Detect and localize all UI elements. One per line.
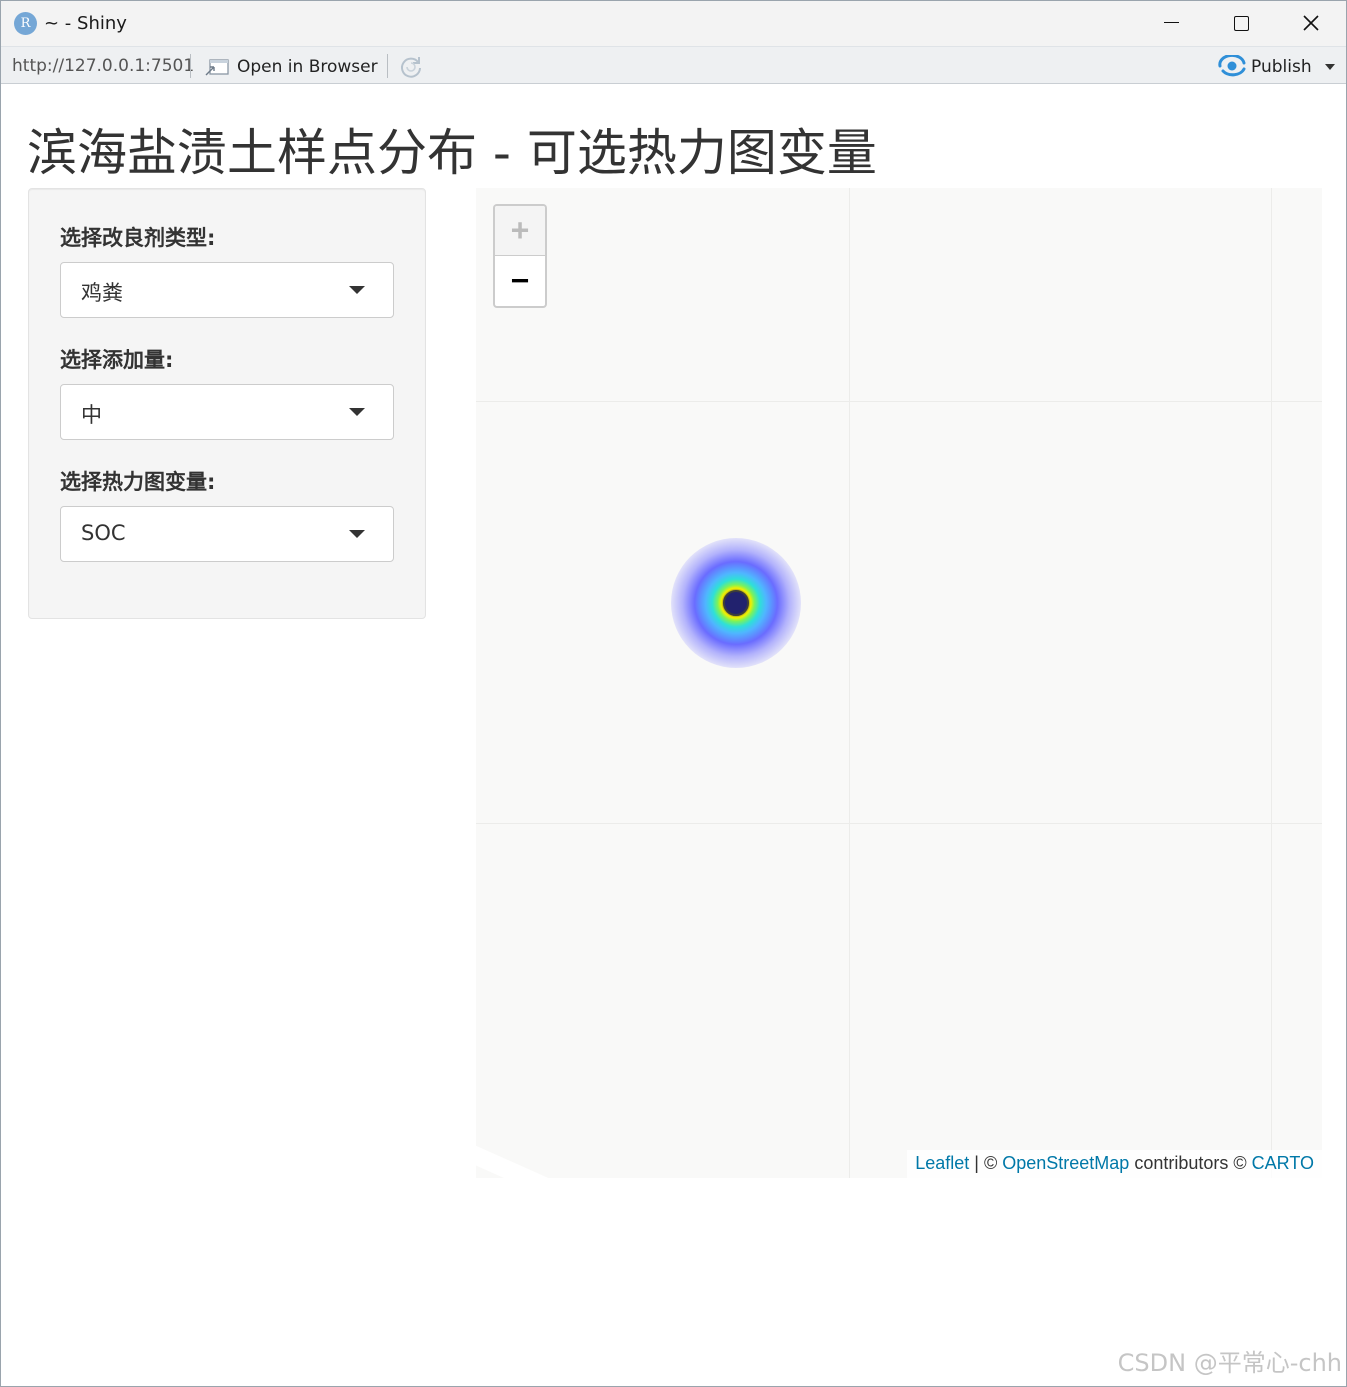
page-title: 滨海盐渍土样点分布 - 可选热力图变量	[27, 124, 877, 182]
map-tile-border	[476, 823, 1322, 824]
viewer-toolbar: http://127.0.0.1:7501 Open in Browser Pu…	[1, 46, 1346, 84]
amendment-type-select[interactable]: 鸡粪	[60, 262, 394, 318]
chevron-down-icon[interactable]	[1325, 64, 1335, 70]
attribution-separator: | ©	[969, 1153, 1003, 1173]
dropdown-caret-icon	[349, 286, 365, 294]
close-button[interactable]	[1276, 1, 1346, 46]
zoom-control: + −	[493, 204, 547, 308]
r-app-icon: R	[14, 12, 37, 35]
sample-point-marker[interactable]	[723, 590, 749, 616]
dosage-label: 选择添加量:	[60, 348, 174, 372]
toolbar-divider	[387, 54, 388, 78]
window-title: ~ - Shiny	[44, 13, 127, 34]
zoom-in-button[interactable]: +	[495, 206, 545, 256]
heatmap-variable-value: SOC	[81, 521, 126, 545]
open-in-browser-button[interactable]: Open in Browser	[237, 57, 378, 77]
title-bar: R ~ - Shiny	[1, 1, 1346, 46]
amendment-type-value: 鸡粪	[81, 281, 123, 305]
map-road	[476, 1128, 674, 1178]
watermark: CSDN @平常心-chh	[1117, 1349, 1342, 1377]
heatmap-variable-select[interactable]: SOC	[60, 506, 394, 562]
dropdown-caret-icon	[349, 530, 365, 538]
dropdown-caret-icon	[349, 408, 365, 416]
sidebar-panel: 选择改良剂类型: 鸡粪 选择添加量: 中 选择热力图变量: SOC	[28, 188, 426, 619]
open-browser-icon[interactable]	[204, 58, 230, 78]
dosage-select[interactable]: 中	[60, 384, 394, 440]
openstreetmap-link[interactable]: OpenStreetMap	[1002, 1153, 1129, 1173]
zoom-out-button[interactable]: −	[495, 257, 545, 306]
map-tile-border	[476, 401, 1322, 402]
dosage-value: 中	[81, 403, 102, 427]
leaflet-link[interactable]: Leaflet	[915, 1153, 969, 1173]
minimize-button[interactable]	[1136, 1, 1206, 46]
publish-icon[interactable]	[1217, 55, 1247, 77]
leaflet-map[interactable]: + − Leaflet | © OpenStreetMap contributo…	[476, 188, 1322, 1178]
heatmap-variable-label: 选择热力图变量:	[60, 470, 216, 494]
map-tile-border	[849, 188, 850, 1178]
carto-link[interactable]: CARTO	[1252, 1153, 1314, 1173]
app-window: R ~ - Shiny http://127.0.0.1:7501 Open i…	[0, 0, 1347, 1387]
attribution-contributors: contributors ©	[1129, 1153, 1252, 1173]
publish-button[interactable]: Publish	[1251, 57, 1312, 77]
map-attribution: Leaflet | © OpenStreetMap contributors ©…	[907, 1150, 1322, 1178]
toolbar-divider	[190, 54, 191, 78]
url-display[interactable]: http://127.0.0.1:7501	[12, 56, 194, 76]
map-tile-border	[1271, 188, 1272, 1178]
maximize-button[interactable]	[1206, 1, 1276, 46]
close-icon	[1303, 15, 1319, 31]
amendment-type-label: 选择改良剂类型:	[60, 226, 216, 250]
refresh-icon[interactable]	[398, 54, 424, 80]
